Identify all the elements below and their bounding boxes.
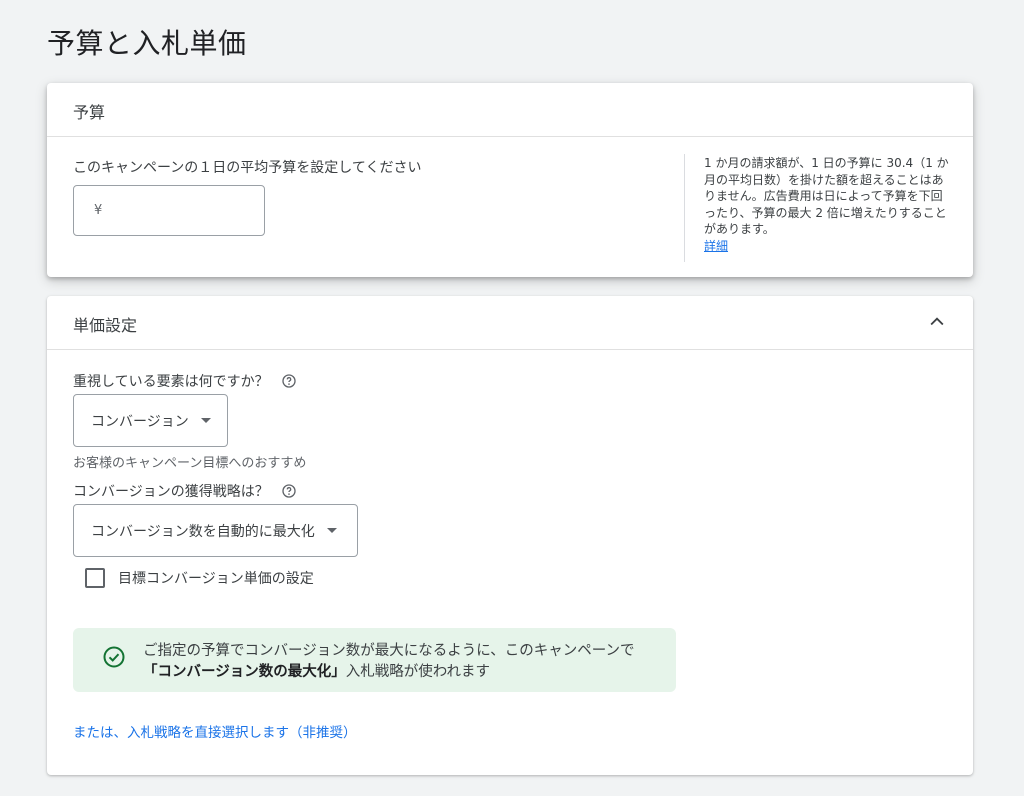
strategy-question-row: コンバージョンの獲得戦略は？ [73,481,297,501]
bidding-header-title: 単価設定 [73,316,138,335]
banner-suffix: 入札戦略が使われます [345,664,490,680]
info-banner: ご指定の予算でコンバージョン数が最大になるように、このキャンペーンで「コンバージ… [73,628,676,692]
check-circle-icon [103,646,125,668]
info-banner-text: ご指定の予算でコンバージョン数が最大になるように、このキャンペーンで「コンバージ… [143,641,653,683]
banner-prefix: ご指定の予算でコンバージョン数が最大になるように、このキャンペーンで [143,643,635,659]
budget-card-header: 予算 [47,83,973,137]
budget-input[interactable] [108,196,252,226]
focus-dropdown[interactable]: コンバージョン [73,394,228,447]
banner-strategy-name: 「コンバージョン数の最大化」 [143,664,346,680]
strategy-question-label: コンバージョンの獲得戦略は？ [73,484,269,500]
budget-help-text: 1 か月の請求額が、1 日の予算に 30.4（1 か月の平均日数）を掛けた額を超… [704,156,949,236]
collapse-button[interactable] [923,308,951,336]
learn-more-link[interactable]: 詳細 [704,238,952,255]
page-title: 予算と入札単価 [47,27,247,60]
strategy-dropdown[interactable]: コンバージョン数を自動的に最大化 [73,504,358,557]
target-cpa-checkbox[interactable] [85,568,105,588]
select-strategy-directly-link[interactable]: または、入札戦略を直接選択します（非推奨） [73,721,357,741]
budget-input-field[interactable]: ¥ [73,185,265,236]
target-cpa-label: 目標コンバージョン単価の設定 [118,571,314,587]
dropdown-arrow-icon [200,418,211,423]
strategy-dropdown-value: コンバージョン数を自動的に最大化 [91,523,315,540]
focus-hint: お客様のキャンペーン目標へのおすすめ [73,456,307,471]
dropdown-arrow-icon [326,528,337,533]
focus-question-row: 重視している要素は何ですか？ [73,371,297,391]
focus-dropdown-value: コンバージョン [91,413,189,430]
chevron-up-icon [930,317,944,326]
divider [684,154,685,262]
budget-card: 予算 このキャンペーンの１日の平均予算を設定してください ¥ 1 か月の請求額が… [47,83,973,277]
budget-header-title: 予算 [73,103,106,122]
help-icon[interactable] [281,373,297,389]
currency-symbol: ¥ [94,203,103,218]
bidding-card: 単価設定 重視している要素は何ですか？ コンバージョン お客様のキャンペーン目標… [47,296,973,775]
target-cpa-row: 目標コンバージョン単価の設定 [85,568,314,588]
focus-question-label: 重視している要素は何ですか？ [73,374,269,390]
budget-help-text-block: 1 か月の請求額が、1 日の予算に 30.4（1 か月の平均日数）を掛けた額を超… [704,155,952,254]
help-icon[interactable] [281,483,297,499]
bidding-card-header: 単価設定 [47,296,973,350]
budget-question-label: このキャンペーンの１日の平均予算を設定してください [73,160,422,176]
